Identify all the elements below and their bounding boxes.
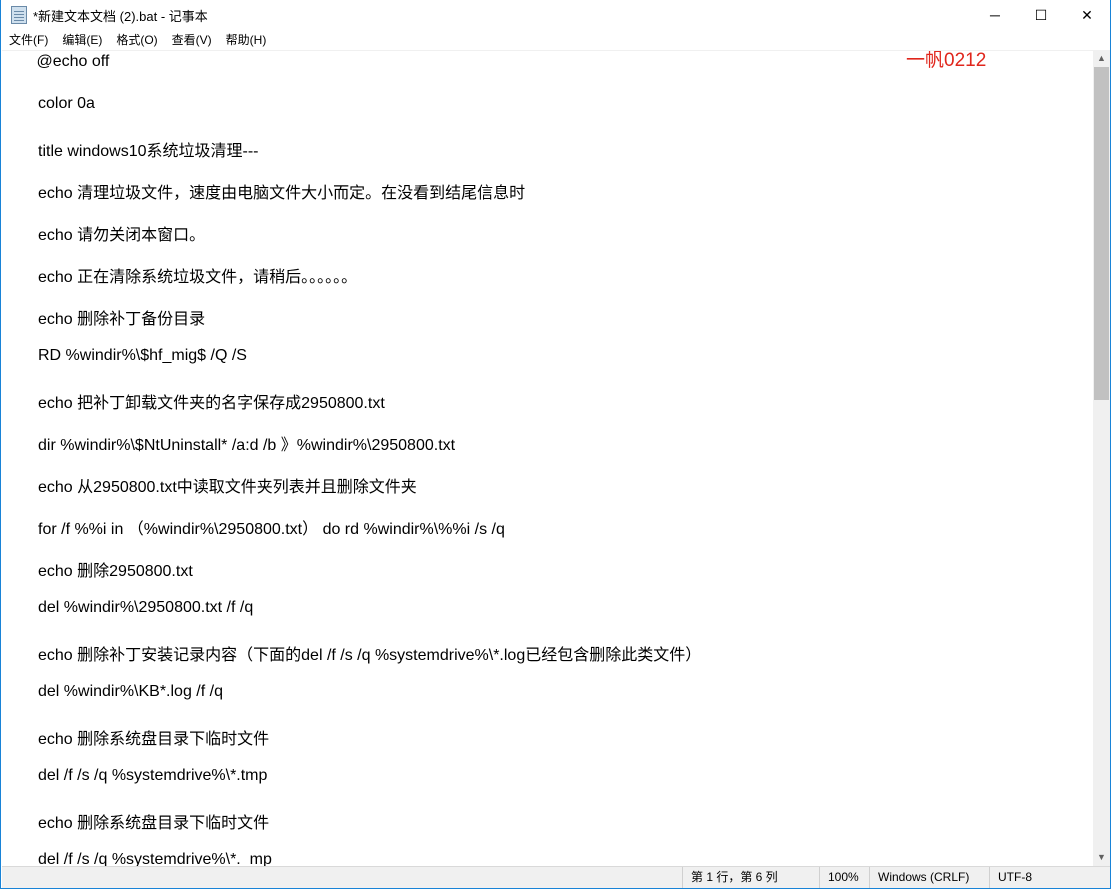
text-line: del /f /s /q %systemdrive%\*._mp <box>38 851 272 866</box>
cursor-position: 第 1 行，第 6 列 <box>682 867 778 888</box>
text-line: echo 删除补丁安装记录内容（下面的del /f /s /q %systemd… <box>38 647 702 664</box>
scroll-down-icon[interactable]: ▼ <box>1093 849 1110 866</box>
text-line: echo 删除系统盘目录下临时文件 <box>38 731 270 748</box>
menu-view[interactable]: 查看(V) <box>172 30 212 50</box>
text-line: echo 删除补丁备份目录 <box>38 311 206 328</box>
notepad-window: *新建文本文档 (2).bat - 记事本 ─ ☐ ✕ 文件(F) 编辑(E) … <box>0 0 1111 889</box>
maximize-button[interactable]: ☐ <box>1018 0 1064 30</box>
watermark: 一帆0212 <box>906 50 987 71</box>
text-line: echo 从2950800.txt中读取文件夹列表并且删除文件夹 <box>38 479 417 496</box>
text-line: echo 删除2950800.txt <box>38 563 193 580</box>
minimize-button[interactable]: ─ <box>972 0 1018 30</box>
menu-bar: 文件(F) 编辑(E) 格式(O) 查看(V) 帮助(H) <box>1 30 280 50</box>
zoom-level: 100% <box>819 867 859 888</box>
encoding: UTF-8 <box>989 867 1032 888</box>
vertical-scrollbar[interactable]: ▲ ▼ <box>1093 50 1110 866</box>
scroll-up-icon[interactable]: ▲ <box>1093 50 1110 67</box>
text-line: echo 把补丁卸载文件夹的名字保存成2950800.txt <box>38 395 385 412</box>
menu-help[interactable]: 帮助(H) <box>226 30 267 50</box>
text-line: RD %windir%\$hf_mig$ /Q /S <box>38 347 247 364</box>
menu-file[interactable]: 文件(F) <box>9 30 48 50</box>
text-line: echo 请勿关闭本窗口。 <box>38 227 206 244</box>
line-ending: Windows (CRLF) <box>869 867 969 888</box>
text-line: del %windir%\2950800.txt /f /q <box>38 599 254 616</box>
scrollbar-thumb[interactable] <box>1094 67 1109 400</box>
text-line: color 0a <box>38 95 95 112</box>
close-button[interactable]: ✕ <box>1064 0 1110 30</box>
title-bar: *新建文本文档 (2).bat - 记事本 ─ ☐ ✕ <box>1 0 1110 30</box>
text-line: dir %windir%\$NtUninstall* /a:d /b 》%win… <box>38 437 456 454</box>
text-line: for /f %%i in （%windir%\2950800.txt） do … <box>38 521 505 538</box>
text-line: echo 清理垃圾文件，速度由电脑文件大小而定。在没看到结尾信息时 <box>38 185 526 202</box>
text-editor[interactable]: 一帆0212 @echo off color 0a title windows10系… <box>2 50 1093 866</box>
text-line: del /f /s /q %systemdrive%\*.tmp <box>38 767 268 784</box>
menu-edit[interactable]: 编辑(E) <box>62 30 102 50</box>
text-line: @echo off <box>32 53 110 70</box>
text-line: title windows10系统垃圾清理--- <box>38 143 259 160</box>
status-bar: 第 1 行，第 6 列 100% Windows (CRLF) UTF-8 <box>2 866 1110 888</box>
menu-format[interactable]: 格式(O) <box>116 30 157 50</box>
text-line: del %windir%\KB*.log /f /q <box>38 683 223 700</box>
text-line: echo 删除系统盘目录下临时文件 <box>38 815 270 832</box>
window-title: *新建文本文档 (2).bat - 记事本 <box>33 8 208 24</box>
notepad-icon <box>11 6 27 24</box>
text-line: echo 正在清除系统垃圾文件，请稍后。。。。。。 <box>38 269 358 286</box>
